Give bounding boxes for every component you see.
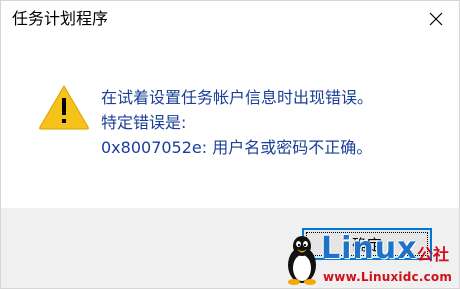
task-scheduler-error-dialog: 任务计划程序 在试着设置任务帐户信息时出现错误。 特定错误是: 0x800705… bbox=[0, 0, 460, 289]
message-line-2: 特定错误是: bbox=[101, 113, 187, 132]
close-button[interactable] bbox=[413, 1, 459, 37]
watermark-suffix: 公社 bbox=[417, 245, 450, 264]
window-title: 任务计划程序 bbox=[12, 9, 109, 28]
title-bar[interactable]: 任务计划程序 bbox=[1, 1, 459, 37]
message-line-3: 0x8007052e: 用户名或密码不正确。 bbox=[101, 138, 373, 157]
tux-penguin-icon bbox=[288, 236, 316, 285]
message-line-1: 在试着设置任务帐户信息时出现错误。 bbox=[101, 88, 374, 107]
error-message: 在试着设置任务帐户信息时出现错误。 特定错误是: 0x8007052e: 用户名… bbox=[101, 85, 373, 160]
close-icon bbox=[429, 12, 443, 26]
dialog-content: 在试着设置任务帐户信息时出现错误。 特定错误是: 0x8007052e: 用户名… bbox=[1, 37, 459, 208]
warning-icon bbox=[39, 85, 89, 130]
watermark-brand: Linux bbox=[321, 231, 418, 266]
linuxidc-watermark: Linux 公社 www.Linuxidc.com bbox=[281, 227, 459, 289]
watermark-url: www.Linuxidc.com bbox=[323, 270, 453, 284]
